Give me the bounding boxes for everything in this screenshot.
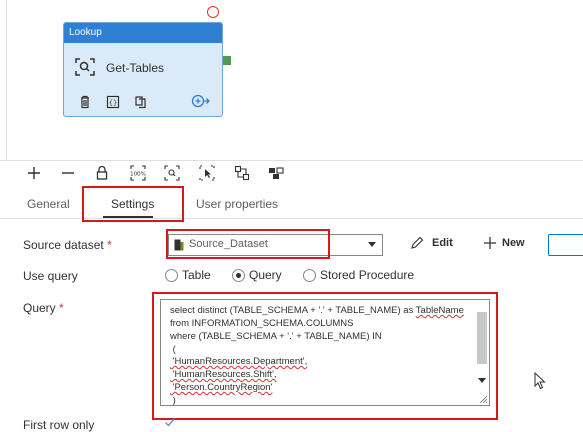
auto-align-icon[interactable] <box>234 165 250 181</box>
zoom-100-icon[interactable]: 100% <box>130 165 146 181</box>
code-icon[interactable]: {} <box>106 95 120 109</box>
canvas-left-border <box>6 0 7 160</box>
activity-type-label: Lookup <box>64 23 222 43</box>
arrow-forward-icon[interactable] <box>190 93 210 109</box>
tab-user-properties[interactable]: User properties <box>196 190 278 218</box>
add-icon[interactable] <box>26 165 42 181</box>
chevron-down-icon <box>368 242 376 247</box>
remove-icon[interactable] <box>60 165 76 181</box>
canvas-toolbar: 100% <box>0 160 583 185</box>
lock-icon[interactable] <box>94 165 110 181</box>
query-label: Query * <box>23 301 64 315</box>
source-dataset-highlight <box>166 229 330 259</box>
tab-general[interactable]: General <box>27 190 70 218</box>
radio-circle-selected <box>232 269 245 282</box>
svg-text:{}: {} <box>109 99 117 107</box>
select-icon[interactable] <box>199 165 215 181</box>
radio-circle <box>165 269 178 282</box>
mouse-pointer-icon <box>534 372 546 390</box>
search-icon <box>75 58 95 76</box>
activity-name: Get-Tables <box>106 61 165 75</box>
required-marker: * <box>107 238 112 252</box>
validation-error-icon <box>207 6 219 18</box>
copy-icon[interactable] <box>134 95 148 109</box>
edit-icon <box>411 236 424 249</box>
required-marker: * <box>59 301 64 315</box>
add-icon <box>484 237 496 249</box>
success-output-port[interactable] <box>223 56 231 65</box>
svg-text:100%: 100% <box>130 172 146 178</box>
source-dataset-label: Source dataset * <box>23 238 112 252</box>
query-highlight <box>152 292 498 420</box>
layout-icon[interactable] <box>268 165 284 181</box>
lookup-activity[interactable]: Lookup Get-Tables {} <box>63 22 223 117</box>
first-row-only-label: First row only <box>23 418 95 432</box>
zoom-fit-icon[interactable] <box>164 165 180 181</box>
settings-tab-highlight <box>82 186 184 222</box>
pipeline-canvas[interactable]: Lookup Get-Tables {} <box>0 0 583 160</box>
use-query-label: Use query <box>23 269 78 283</box>
first-row-only-checkbox[interactable] <box>164 416 176 428</box>
radio-circle <box>303 269 316 282</box>
open-dataset-button[interactable] <box>548 234 583 256</box>
delete-icon[interactable] <box>78 95 92 109</box>
